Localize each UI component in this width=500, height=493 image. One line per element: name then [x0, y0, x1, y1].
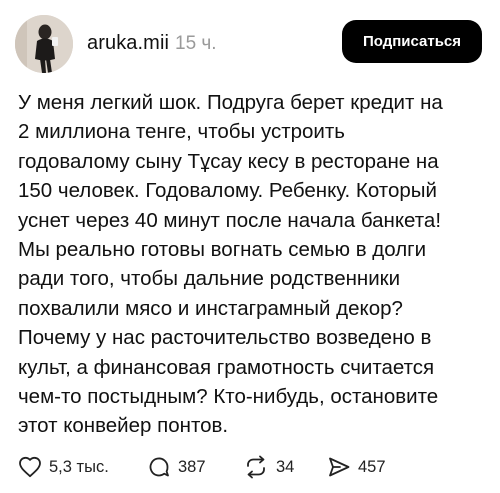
- post-text-line: 2 миллиона тенге, чтобы устроить: [18, 120, 345, 144]
- share-send-icon: [327, 455, 351, 479]
- post-text-line: Почему у нас расточительство возведено в: [18, 326, 432, 350]
- comment-bubble-icon: [147, 455, 171, 479]
- like-count: 5,3 тыс.: [49, 457, 109, 476]
- repost-button[interactable]: 34: [243, 452, 294, 482]
- post-text-line: чем-то постыдным? Кто-нибудь, остановите: [18, 384, 439, 408]
- post-header: aruka.mii 15 ч. Подписаться: [0, 0, 500, 86]
- post-text-line: похвалили мясо и инстаграмный декор?: [18, 296, 403, 320]
- share-count: 457: [358, 457, 386, 476]
- follow-button[interactable]: Подписаться: [342, 20, 482, 63]
- post-timestamp: 15 ч.: [175, 33, 217, 54]
- post-text-line: Мы реально готовы вогнать семью в долги: [18, 237, 427, 261]
- post-text-line: У меня легкий шок. Подруга берет кредит …: [18, 91, 443, 114]
- post-text-line: уснет через 40 минут после начала банкет…: [18, 208, 442, 232]
- avatar[interactable]: [15, 15, 73, 73]
- post-actions-bar: 5,3 тыс. 387 34 457: [0, 452, 500, 482]
- avatar-photo-icon: [15, 15, 73, 73]
- heart-icon: [18, 456, 42, 478]
- comment-count: 387: [178, 457, 206, 476]
- post-text: У меня легкий шок. Подруга берет кредит …: [18, 88, 488, 441]
- post-text-line: годовалому сыну Тұсау кесу в ресторане н…: [18, 149, 439, 173]
- post-text-line: этот конвейер понтов.: [18, 414, 229, 438]
- comment-button[interactable]: 387: [147, 452, 206, 482]
- username[interactable]: aruka.mii: [87, 32, 169, 55]
- repost-icon: [243, 455, 269, 479]
- repost-count: 34: [276, 457, 295, 476]
- like-button[interactable]: 5,3 тыс.: [18, 452, 109, 482]
- share-button[interactable]: 457: [327, 452, 386, 482]
- post-card: aruka.mii 15 ч. Подписаться У меня легки…: [0, 0, 500, 493]
- post-text-line: культ, а финансовая грамотность считаетс…: [18, 355, 435, 379]
- post-text-line: ради того, чтобы дальние родственники: [18, 267, 401, 291]
- post-text-line: 150 человек. Годовалому. Ребенку. Которы…: [18, 179, 437, 203]
